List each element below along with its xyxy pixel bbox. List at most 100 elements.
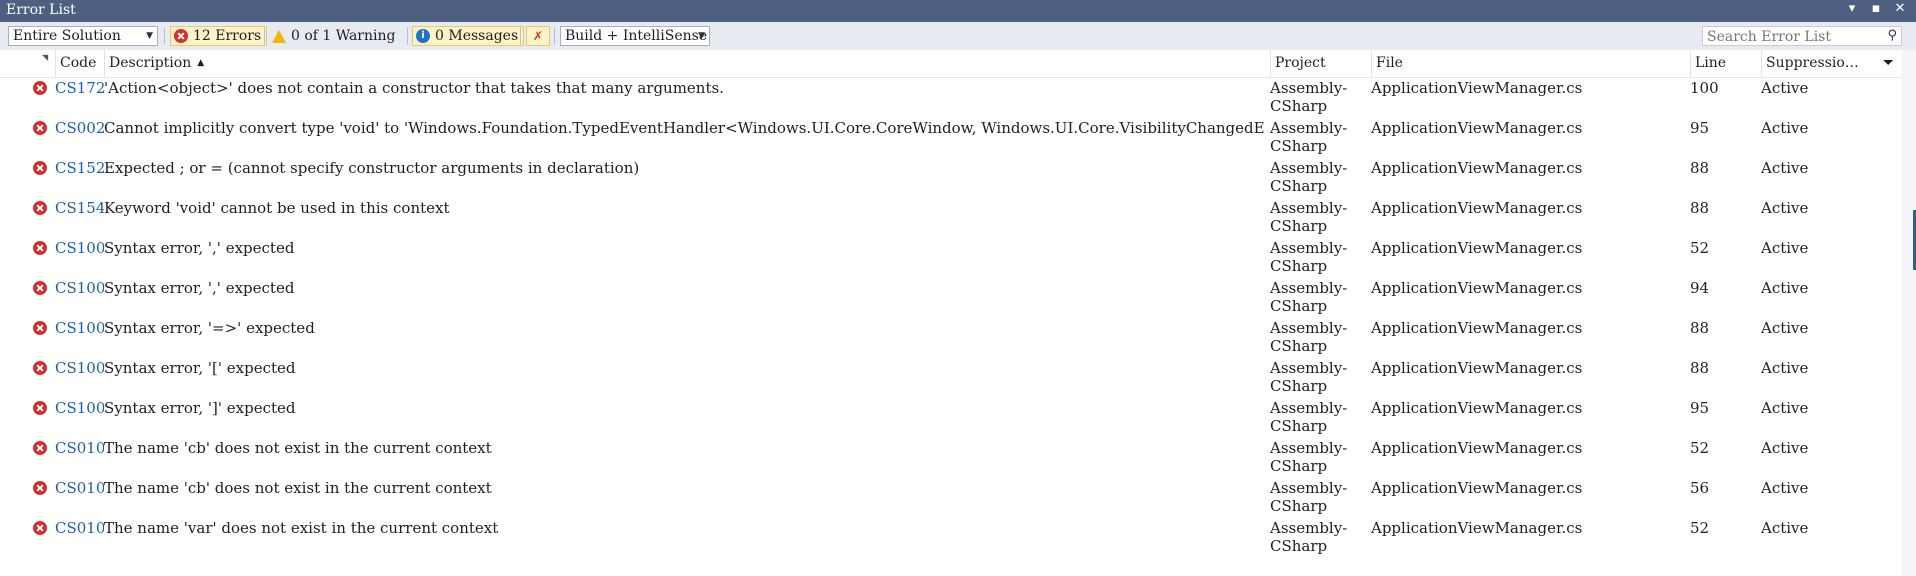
warnings-toggle-button[interactable]: 0 of 1 Warning (268, 26, 401, 46)
error-description: Syntax error, ']' expected (104, 399, 296, 417)
error-file: ApplicationViewManager.cs (1371, 319, 1583, 337)
error-suppression-state: Active (1761, 519, 1809, 537)
table-row[interactable]: CS0103 The name 'var' does not exist in … (0, 518, 1916, 558)
column-header-code-label: Code (60, 55, 97, 71)
close-icon[interactable]: ✕ (1892, 1, 1908, 16)
table-row[interactable]: CS1003 Syntax error, '[' expected Assemb… (0, 358, 1916, 398)
info-icon: i (416, 29, 430, 43)
filter-funnel-icon[interactable]: ⏷ (1883, 50, 1894, 77)
error-description: Keyword 'void' cannot be used in this co… (104, 199, 450, 217)
error-description: The name 'var' does not exist in the cur… (104, 519, 499, 537)
window-controls: ▾ ▪ ✕ (1844, 1, 1908, 16)
errors-toggle-button[interactable]: 12 Errors (170, 26, 268, 46)
error-description: Cannot implicitly convert type 'void' to… (104, 119, 1264, 137)
error-file: ApplicationViewManager.cs (1371, 359, 1583, 377)
error-line: 100 (1690, 79, 1719, 97)
toolbar-separator (164, 27, 165, 45)
table-row[interactable]: CS1003 Syntax error, ']' expected Assemb… (0, 398, 1916, 438)
error-line: 88 (1690, 359, 1710, 377)
dropdown-menu-icon[interactable]: ▾ (1844, 1, 1860, 16)
column-header-description[interactable]: Description ▲ (104, 50, 1270, 77)
error-icon (33, 81, 47, 95)
chevron-down-icon: ▼ (146, 31, 153, 41)
error-code-link[interactable]: CS0103 (55, 439, 104, 457)
scope-dropdown-value: Entire Solution (13, 28, 121, 44)
error-code-link[interactable]: CS1003 (55, 399, 104, 417)
table-row[interactable]: CS0103 The name 'cb' does not exist in t… (0, 478, 1916, 518)
table-row[interactable]: CS1003 Syntax error, ',' expected Assemb… (0, 238, 1916, 278)
error-suppression-state: Active (1761, 479, 1809, 497)
error-suppression-state: Active (1761, 199, 1809, 217)
error-code-link[interactable]: CS0029 (55, 119, 104, 137)
column-header-line-label: Line (1695, 55, 1727, 71)
error-line: 52 (1690, 439, 1710, 457)
error-suppression-state: Active (1761, 159, 1809, 177)
error-code-link[interactable]: CS1003 (55, 359, 104, 377)
error-code-link[interactable]: CS1003 (55, 279, 104, 297)
table-row[interactable]: CS0103 The name 'cb' does not exist in t… (0, 438, 1916, 478)
error-code-link[interactable]: CS1729 (55, 79, 104, 97)
error-file: ApplicationViewManager.cs (1371, 159, 1583, 177)
error-code-link[interactable]: CS0103 (55, 519, 104, 537)
table-row[interactable]: CS1729 'Action<object>' does not contain… (0, 78, 1916, 118)
table-row[interactable]: CS1003 Syntax error, '=>' expected Assem… (0, 318, 1916, 358)
error-icon (33, 281, 47, 295)
error-file: ApplicationViewManager.cs (1371, 79, 1583, 97)
error-file: ApplicationViewManager.cs (1371, 399, 1583, 417)
error-code-link[interactable]: CS1003 (55, 319, 104, 337)
error-description: Syntax error, '=>' expected (104, 319, 315, 337)
error-line: 88 (1690, 199, 1710, 217)
error-icon (33, 521, 47, 535)
error-description: Expected ; or = (cannot specify construc… (104, 159, 640, 177)
error-project: Assembly-CSharp (1270, 439, 1348, 475)
toolbar-separator (264, 27, 265, 45)
search-box[interactable]: ⚲ (1702, 26, 1902, 46)
error-project: Assembly-CSharp (1270, 519, 1348, 555)
error-icon (33, 161, 47, 175)
error-line: 94 (1690, 279, 1710, 297)
error-icon (33, 481, 47, 495)
errors-count-label: 12 Errors (193, 28, 262, 44)
error-suppression-state: Active (1761, 239, 1809, 257)
error-suppression-state: Active (1761, 119, 1809, 137)
error-icon (174, 29, 188, 43)
vertical-scrollbar[interactable] (1902, 50, 1916, 576)
title-bar: Error List ▾ ▪ ✕ (0, 0, 1916, 22)
column-header-suppression[interactable]: Suppressio… ⏷ (1761, 50, 1902, 77)
error-project: Assembly-CSharp (1270, 79, 1348, 115)
search-icon[interactable]: ⚲ (1887, 28, 1897, 43)
pin-icon[interactable]: ▪ (1868, 1, 1884, 16)
table-row[interactable]: CS0029 Cannot implicitly convert type 'v… (0, 118, 1916, 158)
column-header-project[interactable]: Project (1270, 50, 1371, 77)
filter-toggle-button[interactable]: ✗ (526, 26, 550, 46)
error-code-link[interactable]: CS1547 (55, 199, 104, 217)
error-line: 88 (1690, 319, 1710, 337)
error-line: 52 (1690, 519, 1710, 537)
table-row[interactable]: CS1003 Syntax error, ',' expected Assemb… (0, 278, 1916, 318)
scope-dropdown[interactable]: Entire Solution ▼ (8, 26, 158, 46)
table-row[interactable]: CS1528 Expected ; or = (cannot specify c… (0, 158, 1916, 198)
column-header-code[interactable]: Code (55, 50, 104, 77)
toolbar-separator (520, 27, 521, 45)
error-project: Assembly-CSharp (1270, 319, 1348, 355)
table-row[interactable]: CS1547 Keyword 'void' cannot be used in … (0, 198, 1916, 238)
error-project: Assembly-CSharp (1270, 159, 1348, 195)
error-code-link[interactable]: CS1528 (55, 159, 104, 177)
column-header-line[interactable]: Line (1690, 50, 1761, 77)
column-header-file[interactable]: File (1371, 50, 1690, 77)
messages-toggle-button[interactable]: i 0 Messages (412, 26, 525, 46)
error-icon (33, 201, 47, 215)
error-code-link[interactable]: CS1003 (55, 239, 104, 257)
error-line: 88 (1690, 159, 1710, 177)
build-filter-dropdown[interactable]: Build + IntelliSense ▼ (560, 26, 710, 46)
warning-icon (272, 29, 286, 43)
column-options-icon[interactable]: ◥ (42, 53, 48, 62)
warnings-count-label: 0 of 1 Warning (291, 28, 396, 44)
search-input[interactable] (1703, 28, 1877, 46)
error-icon (33, 121, 47, 135)
error-project: Assembly-CSharp (1270, 239, 1348, 275)
messages-count-label: 0 Messages (435, 28, 519, 44)
error-code-link[interactable]: CS0103 (55, 479, 104, 497)
error-description: Syntax error, '[' expected (104, 359, 296, 377)
build-filter-value: Build + IntelliSense (565, 28, 708, 44)
